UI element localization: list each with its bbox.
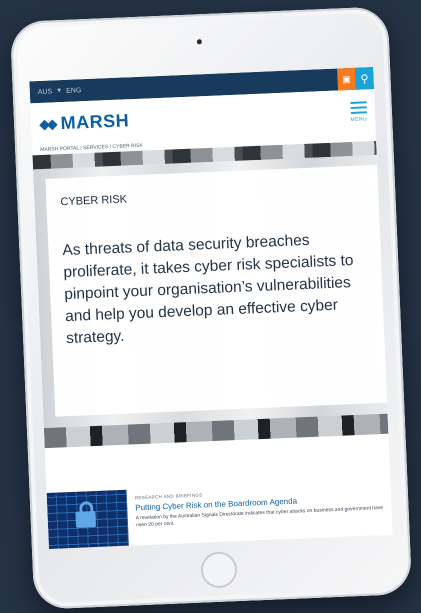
search-button[interactable]: ⚲ — [355, 67, 374, 90]
country-label: AUS — [37, 87, 53, 96]
menu-button[interactable]: MENU — [350, 98, 368, 123]
hero-card: CYBER RISK As threats of data security b… — [45, 164, 388, 417]
article-thumbnail[interactable] — [46, 489, 130, 549]
lock-icon — [75, 511, 97, 528]
brand-logo[interactable]: ◆◆ MARSH — [39, 110, 130, 135]
user-icon: ▣ — [342, 73, 351, 84]
user-button[interactable]: ▣ — [337, 67, 356, 91]
region-selector[interactable]: AUS ▼ ENG — [38, 87, 82, 96]
article-body: RESEARCH AND BRIEFINGS Putting Cyber Ris… — [127, 479, 393, 549]
tablet-screen: AUS ▼ ENG ▣ ⚲ ◆◆ MARSH MENU MARSH PORTAL… — [29, 67, 393, 549]
menu-label: MENU — [350, 116, 368, 123]
language-label: ENG — [65, 86, 82, 95]
search-icon: ⚲ — [360, 72, 369, 86]
page-title: CYBER RISK — [60, 193, 128, 209]
camera-dot — [196, 39, 202, 45]
hero-text: As threats of data security breaches pro… — [62, 231, 354, 348]
tablet-device: AUS ▼ ENG ▣ ⚲ ◆◆ MARSH MENU MARSH PORTAL… — [9, 6, 413, 610]
hamburger-menu-icon — [350, 98, 367, 117]
marsh-logo-icon: ◆◆ — [38, 114, 55, 132]
brand-name: MARSH — [60, 109, 130, 133]
home-button[interactable] — [200, 551, 238, 589]
chevron-down-icon: ▼ — [56, 88, 63, 95]
hero-banner: CYBER RISK As threats of data security b… — [32, 140, 389, 449]
